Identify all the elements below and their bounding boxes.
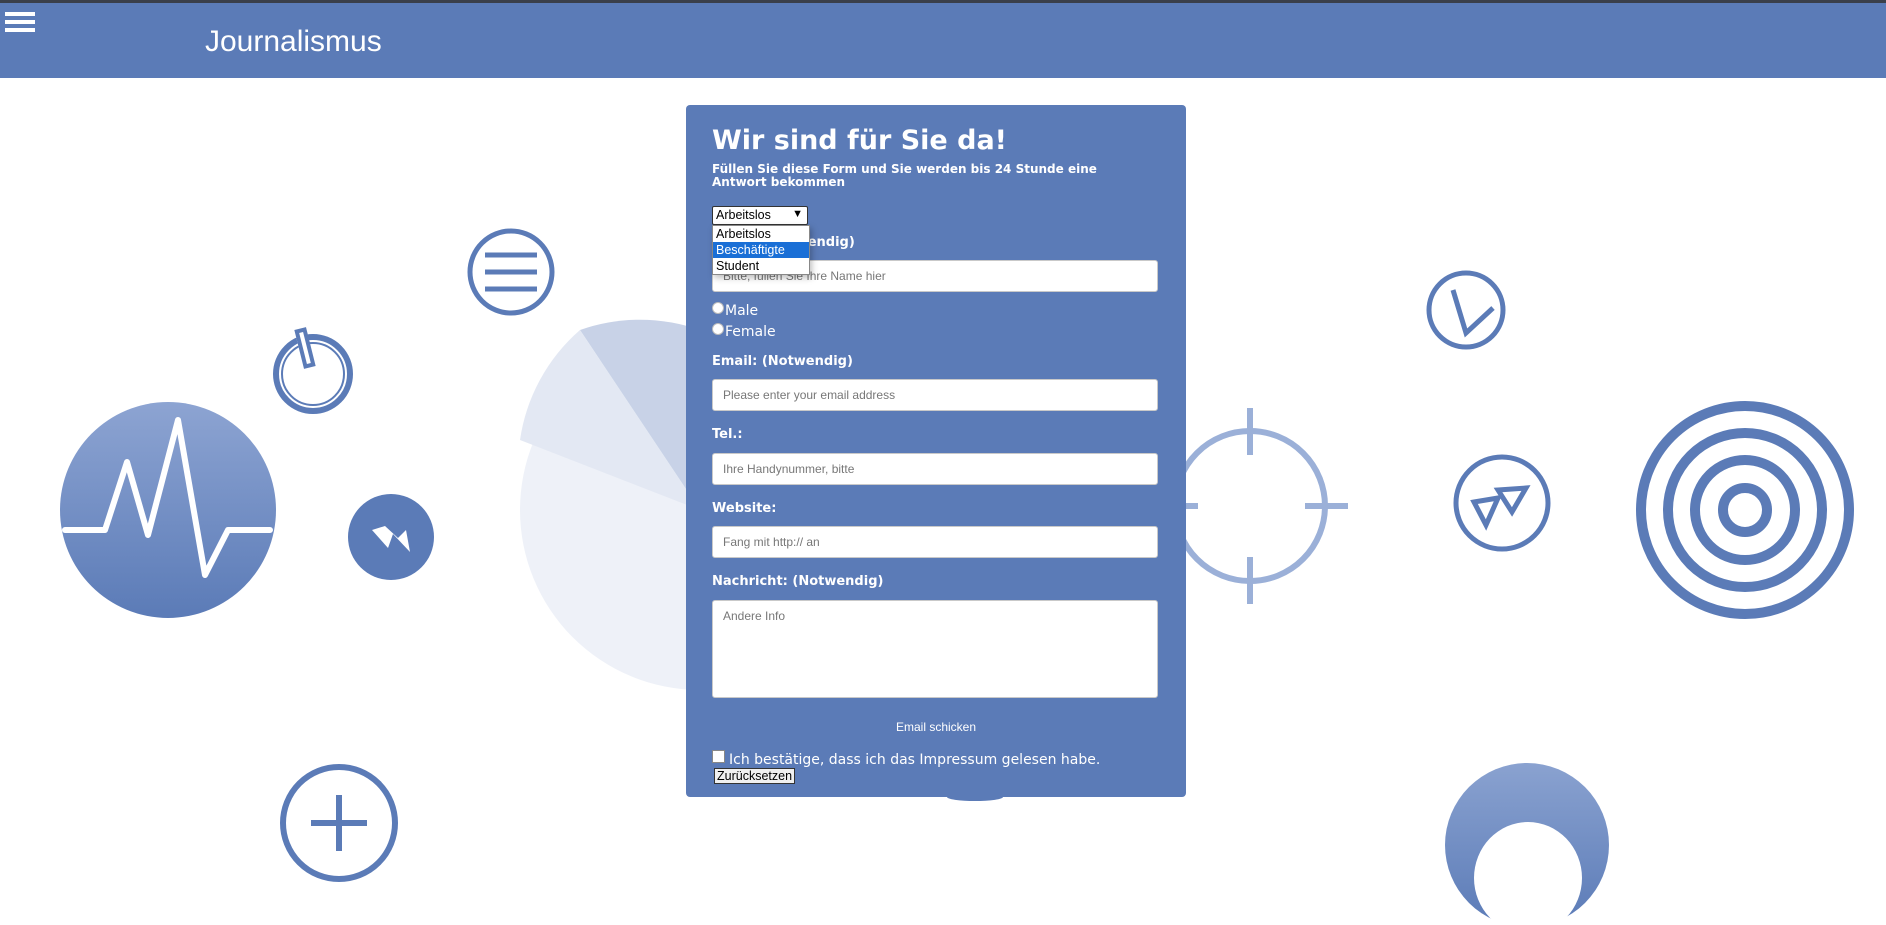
menu-circle-icon <box>467 228 555 316</box>
confirm-checkbox[interactable] <box>712 750 725 763</box>
status-option-highlighted[interactable]: Beschäftigte <box>713 242 809 258</box>
rewind-icon <box>348 494 434 580</box>
moon-icon <box>1445 763 1609 925</box>
status-select[interactable]: Arbeitslos ▼ <box>712 206 808 225</box>
site-title[interactable]: Journalismus <box>205 25 382 59</box>
power-icon <box>273 327 353 414</box>
play-icon <box>1453 454 1551 552</box>
email-label: Email: (Notwendig) <box>712 354 853 369</box>
status-dropdown-list: Arbeitslos Beschäftigte Student <box>712 225 810 275</box>
contact-form: Wir sind für Sie da! Füllen Sie diese Fo… <box>686 105 1186 797</box>
reset-button[interactable]: Zurücksetzen <box>714 768 796 784</box>
male-label: Male <box>725 303 759 319</box>
status-option[interactable]: Arbeitslos <box>713 226 809 242</box>
email-field[interactable] <box>712 379 1158 411</box>
chevron-down-icon: ▼ <box>792 208 803 220</box>
message-field[interactable] <box>712 600 1158 698</box>
message-label: Nachricht: (Notwendig) <box>712 574 884 589</box>
status-select-value: Arbeitslos <box>716 208 771 222</box>
website-field[interactable] <box>712 526 1158 558</box>
phone-label: Tel.: <box>712 427 743 442</box>
pulse-icon <box>60 402 276 618</box>
hamburger-menu-icon[interactable] <box>5 12 35 38</box>
site-header: Journalismus <box>0 3 1886 78</box>
form-subtitle: Füllen Sie diese Form und Sie werden bis… <box>712 162 1097 189</box>
target-icon <box>1636 401 1854 619</box>
status-option[interactable]: Student <box>713 258 809 274</box>
clock-icon <box>1426 270 1506 350</box>
website-label: Website: <box>712 501 777 516</box>
gender-male-option[interactable]: Male <box>712 302 758 319</box>
confirm-row: Ich bestätige, dass ich das Impressum ge… <box>712 750 1186 784</box>
male-radio[interactable] <box>712 302 724 314</box>
female-radio[interactable] <box>712 323 724 335</box>
phone-field[interactable] <box>712 453 1158 485</box>
form-title: Wir sind für Sie da! <box>712 125 1007 156</box>
confirm-text: Ich bestätige, dass ich das Impressum ge… <box>729 752 1101 768</box>
gender-female-option[interactable]: Female <box>712 323 776 340</box>
send-email-button[interactable]: Email schicken <box>686 720 1186 734</box>
crosshair-icon <box>1172 408 1348 604</box>
female-label: Female <box>725 324 776 340</box>
plus-circle-icon <box>280 764 398 882</box>
